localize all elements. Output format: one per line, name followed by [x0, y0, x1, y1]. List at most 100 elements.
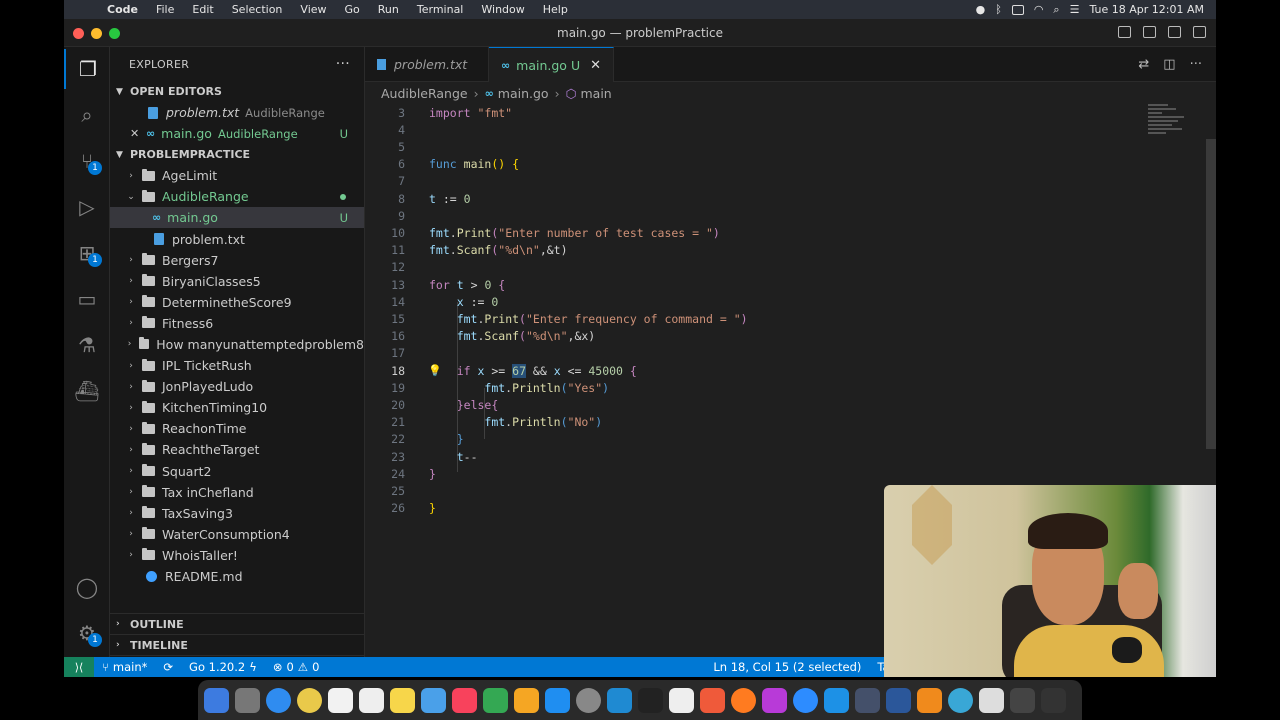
split-editor-icon[interactable]: ◫	[1163, 57, 1175, 72]
timeline-section[interactable]: › TIMELINE	[110, 634, 364, 655]
tree-folder[interactable]: › BiryaniClasses5	[110, 271, 364, 292]
trash-icon[interactable]	[1041, 687, 1066, 713]
freeform-icon[interactable]	[421, 687, 446, 713]
menu-edit[interactable]: Edit	[183, 3, 222, 16]
calendar-icon[interactable]	[328, 687, 353, 713]
more-actions-icon[interactable]: ···	[336, 56, 350, 72]
screenshot-icon[interactable]	[1010, 687, 1035, 713]
tree-folder[interactable]: › IPL TicketRush	[110, 355, 364, 376]
quicktime-icon[interactable]	[948, 687, 973, 713]
vlc-icon[interactable]	[917, 687, 942, 713]
menu-run[interactable]: Run	[369, 3, 408, 16]
open-editors-section[interactable]: ▼ OPEN EDITORS	[110, 81, 364, 102]
run-debug-icon[interactable]: ▷	[64, 187, 110, 227]
tree-folder[interactable]: › JonPlayedLudo	[110, 376, 364, 397]
search-view-icon[interactable]: ⌕	[64, 95, 110, 135]
tree-folder[interactable]: › WhoisTaller!	[110, 545, 364, 566]
docker-app-icon[interactable]	[824, 687, 849, 713]
tree-folder[interactable]: › Fitness6	[110, 313, 364, 334]
tab-main-go[interactable]: ∞ main.go U ✕	[489, 47, 615, 82]
podcasts-icon[interactable]	[762, 687, 787, 713]
music-icon[interactable]	[452, 687, 477, 713]
more-actions-icon[interactable]: ···	[1190, 57, 1202, 72]
close-window-button[interactable]	[73, 28, 84, 39]
manage-gear-icon[interactable]: ⚙ 1	[64, 613, 110, 653]
chrome-icon[interactable]	[297, 687, 322, 713]
menu-view[interactable]: View	[291, 3, 335, 16]
bluetooth-icon[interactable]: ᛒ	[995, 3, 1002, 16]
tree-folder[interactable]: › ReachtheTarget	[110, 439, 364, 460]
remote-explorer-icon[interactable]: ▭	[64, 279, 110, 319]
close-tab-icon[interactable]: ✕	[590, 58, 601, 73]
source-control-icon[interactable]: ⑂ 1	[64, 141, 110, 181]
breadcrumb-folder[interactable]: AudibleRange	[381, 86, 468, 101]
breadcrumb-symbol[interactable]: main	[581, 86, 612, 101]
tree-file-selected[interactable]: ∞ main.go U	[110, 207, 364, 229]
document-icon[interactable]	[979, 687, 1004, 713]
reminders-icon[interactable]	[359, 687, 384, 713]
tree-folder[interactable]: › AgeLimit	[110, 165, 364, 186]
launchpad-icon[interactable]	[235, 687, 260, 713]
customize-layout-icon[interactable]	[1193, 26, 1206, 38]
sync-icon[interactable]: ⟳	[155, 660, 181, 674]
tree-folder[interactable]: › Bergers7	[110, 250, 364, 271]
toggle-panel-icon[interactable]	[1143, 26, 1156, 38]
tree-folder-expanded[interactable]: ⌄ AudibleRange	[110, 186, 364, 207]
tree-folder[interactable]: › ReachonTime	[110, 418, 364, 439]
menu-terminal[interactable]: Terminal	[408, 3, 473, 16]
menu-selection[interactable]: Selection	[223, 3, 292, 16]
extensions-icon[interactable]: ⊞ 1	[64, 233, 110, 273]
cursor-position[interactable]: Ln 18, Col 15 (2 selected)	[705, 660, 869, 674]
tree-folder[interactable]: › Squart2	[110, 461, 364, 482]
close-icon[interactable]: ✕	[130, 127, 144, 140]
menu-app[interactable]: Code	[98, 3, 147, 16]
go-version-status[interactable]: Go 1.20.2 ϟ	[181, 660, 265, 674]
tree-file[interactable]: README.md	[110, 566, 364, 587]
tree-folder[interactable]: › WaterConsumption4	[110, 524, 364, 545]
firefox-icon[interactable]	[731, 687, 756, 713]
swift-icon[interactable]	[700, 687, 725, 713]
menu-go[interactable]: Go	[336, 3, 369, 16]
terminal-icon[interactable]	[638, 687, 663, 713]
numbers-icon[interactable]	[483, 687, 508, 713]
search-icon[interactable]: ⌕	[1053, 3, 1059, 17]
tree-folder[interactable]: › Tax inChefland	[110, 482, 364, 503]
pages-icon[interactable]	[514, 687, 539, 713]
menu-help[interactable]: Help	[534, 3, 577, 16]
toggle-secondary-sidebar-icon[interactable]	[1168, 26, 1181, 38]
project-section[interactable]: ▼ PROBLEMPRACTICE	[110, 144, 364, 165]
finder-icon[interactable]	[204, 687, 229, 713]
tree-folder[interactable]: › How manyunattemptedproblem8	[110, 334, 364, 355]
open-editor-item[interactable]: ✕ ∞ main.go AudibleRange U	[110, 123, 364, 144]
tab-problem-txt[interactable]: problem.txt	[365, 47, 489, 82]
breadcrumb-file[interactable]: main.go	[498, 86, 549, 101]
tree-folder[interactable]: › KitchenTiming10	[110, 397, 364, 418]
problems-status[interactable]: ⊗ 0 ⚠ 0	[265, 660, 328, 674]
compare-changes-icon[interactable]: ⇄	[1138, 57, 1149, 72]
photo-app-icon[interactable]	[669, 687, 694, 713]
accounts-icon[interactable]: ◯	[64, 567, 110, 607]
notes-icon[interactable]	[390, 687, 415, 713]
minimap[interactable]	[1148, 104, 1198, 164]
tree-folder[interactable]: › DeterminetheScore9	[110, 292, 364, 313]
editor-scrollbar[interactable]	[1206, 139, 1216, 449]
menubar-clock[interactable]: Tue 18 Apr 12:01 AM	[1089, 3, 1204, 16]
app-store-icon[interactable]	[545, 687, 570, 713]
outline-section[interactable]: › OUTLINE	[110, 613, 364, 634]
docker-icon[interactable]: ⛴	[64, 371, 110, 411]
menu-window[interactable]: Window	[472, 3, 533, 16]
menu-file[interactable]: File	[147, 3, 183, 16]
vscode-icon[interactable]	[607, 687, 632, 713]
battery-icon[interactable]	[1011, 4, 1024, 15]
open-editor-item[interactable]: problem.txt AudibleRange	[110, 102, 364, 123]
control-center-icon[interactable]: ☰	[1070, 3, 1080, 16]
safari-icon[interactable]	[266, 687, 291, 713]
explorer-icon[interactable]: ❐	[64, 49, 110, 89]
zoom-icon[interactable]	[793, 687, 818, 713]
toggle-sidebar-icon[interactable]	[1118, 26, 1131, 38]
testing-icon[interactable]: ⚗	[64, 325, 110, 365]
tree-folder[interactable]: › TaxSaving3	[110, 503, 364, 524]
branch-status[interactable]: ⑂ main*	[94, 660, 155, 674]
minimize-window-button[interactable]	[91, 28, 102, 39]
wifi-icon[interactable]: ◠	[1034, 3, 1044, 16]
